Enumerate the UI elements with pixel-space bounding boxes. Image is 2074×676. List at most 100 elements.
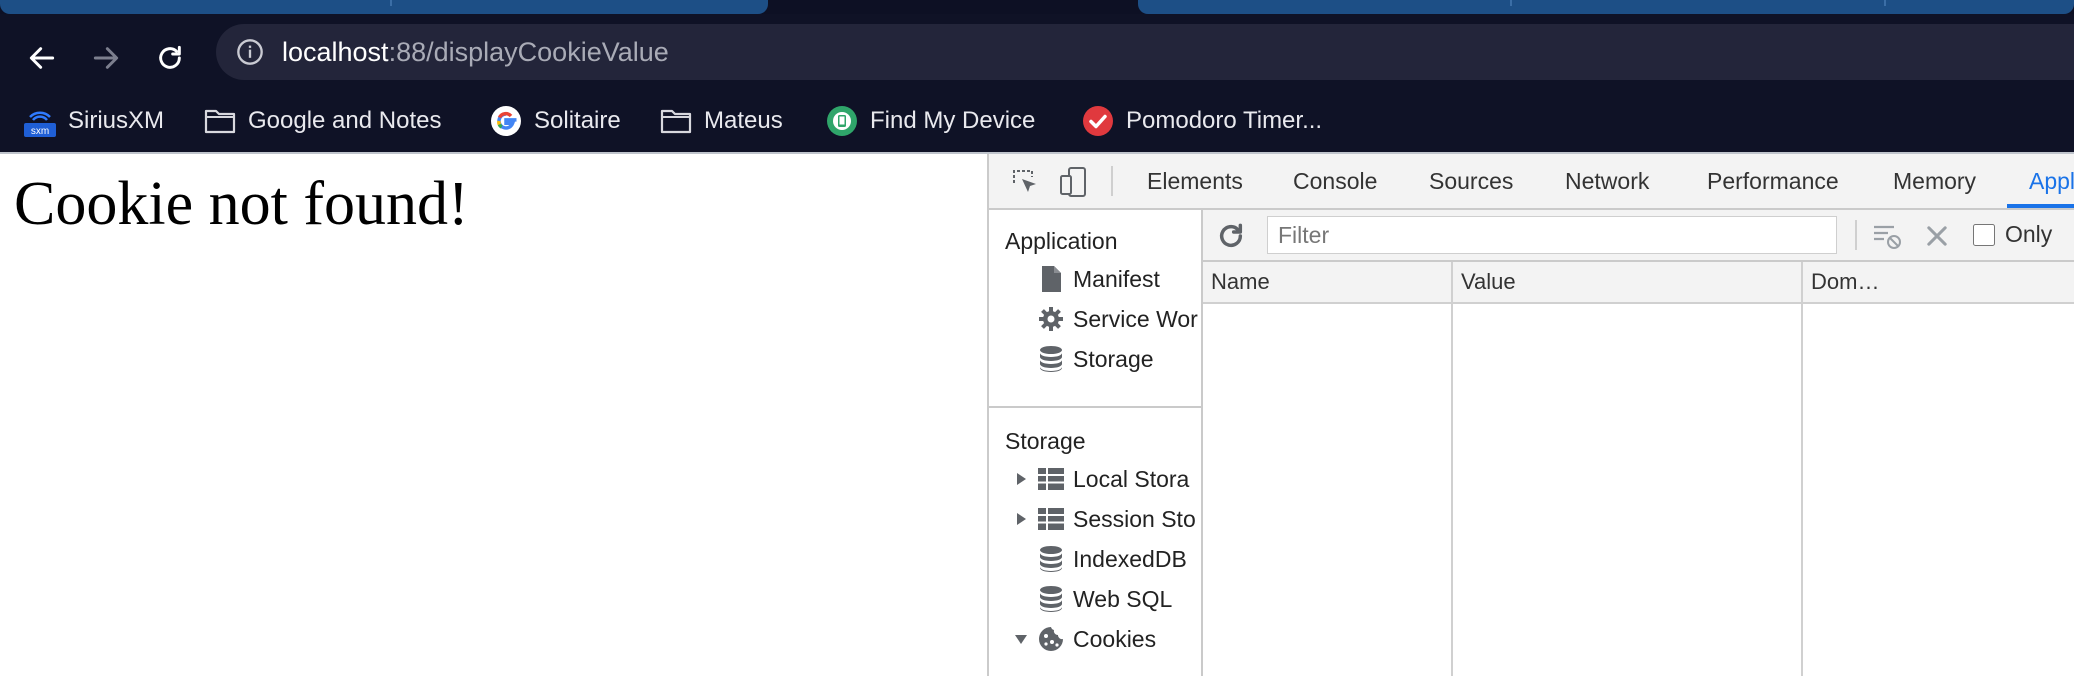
document-icon [1037, 265, 1065, 293]
arrow-right-icon [93, 47, 119, 69]
refresh-icon[interactable] [1215, 220, 1247, 252]
clear-filtered-cookies-icon[interactable] [1871, 220, 1903, 252]
tab-performance[interactable]: Performance [1707, 166, 1839, 196]
tab-console[interactable]: Console [1293, 166, 1377, 196]
collapse-arrow-icon[interactable] [1013, 631, 1029, 647]
sidebar-item-label: Service Wor [1073, 306, 1198, 332]
sidebar-item-label: Storage [1073, 346, 1154, 372]
bookmark-solitaire[interactable]: Solitaire [490, 104, 621, 138]
page-heading: Cookie not found! [14, 170, 469, 238]
sidebar-divider [989, 406, 1201, 408]
sidebar-item-indexeddb[interactable]: IndexedDB [989, 542, 1201, 576]
sidebar-item-session-storage[interactable]: Session Sto [989, 502, 1201, 536]
only-show-cookies-checkbox[interactable] [1973, 224, 1995, 246]
cookie-icon [1037, 625, 1065, 653]
application-sidebar: Application Manifest Service Wor Storage… [989, 210, 1203, 676]
expand-arrow-icon[interactable] [1013, 471, 1029, 487]
column-divider[interactable] [1801, 262, 1803, 676]
sidebar-item-label: Local Stora [1073, 466, 1190, 492]
bookmark-google-and-notes[interactable]: Google and Notes [204, 104, 441, 138]
sidebar-item-cookies[interactable]: Cookies [989, 622, 1201, 656]
browser-tab[interactable] [1138, 0, 2074, 14]
sidebar-item-label: Web SQL [1073, 586, 1173, 612]
url-text[interactable]: localhost:88/displayCookieValue [282, 34, 669, 70]
cookies-panel: Only Name Value Dom… [1203, 210, 2074, 676]
sidebar-item-storage-overview[interactable]: Storage [989, 342, 1201, 376]
bookmark-siriusxm[interactable]: sxm SiriusXM [24, 104, 164, 138]
bookmark-label: Find My Device [870, 107, 1036, 134]
tab-strip [0, 0, 2074, 14]
column-header-name[interactable]: Name [1211, 267, 1270, 297]
forward-button[interactable] [84, 36, 128, 80]
database-icon [1037, 345, 1065, 373]
delete-x-icon[interactable] [1923, 222, 1951, 250]
sidebar-header-application: Application [1005, 228, 1118, 254]
address-bar[interactable]: localhost:88/displayCookieValue [216, 24, 2074, 80]
cookie-table-header: Name Value Dom… [1203, 262, 2074, 304]
cookie-filter-toolbar: Only [1203, 210, 2074, 262]
table-icon [1037, 465, 1065, 493]
tab-separator [1510, 0, 1512, 6]
reload-icon [159, 45, 181, 69]
browser-toolbar: localhost:88/displayCookieValue [0, 14, 2074, 90]
column-header-value[interactable]: Value [1461, 267, 1516, 297]
bookmark-label: SiriusXM [68, 107, 165, 134]
url-path: :88/displayCookieValue [388, 37, 669, 67]
only-checkbox-label: Only [2005, 221, 2053, 247]
database-icon [1037, 545, 1065, 573]
bookmark-label: Mateus [704, 107, 783, 134]
devtools-tab-bar: Elements Console Sources Network Perform… [989, 154, 2074, 210]
pomodoro-check-icon [1082, 105, 1114, 137]
google-icon [490, 105, 522, 137]
sidebar-item-web-sql[interactable]: Web SQL [989, 582, 1201, 616]
svg-text:sxm: sxm [31, 126, 49, 137]
sidebar-item-label: Cookies [1073, 626, 1157, 652]
folder-icon [204, 105, 236, 137]
filter-toolbar-separator [1855, 220, 1857, 250]
tab-memory[interactable]: Memory [1893, 166, 1976, 196]
url-host: localhost [282, 37, 389, 67]
column-divider[interactable] [1451, 262, 1453, 676]
sidebar-item-label: Manifest [1073, 266, 1160, 292]
tab-elements[interactable]: Elements [1147, 166, 1243, 196]
device-mode-icon [1060, 167, 1086, 197]
arrow-left-icon [29, 47, 55, 69]
tab-separator [390, 0, 392, 6]
filter-input[interactable] [1267, 216, 1837, 254]
table-icon [1037, 505, 1065, 533]
bookmark-pomodoro-timer[interactable]: Pomodoro Timer... [1082, 104, 1322, 138]
bookmark-find-my-device[interactable]: Find My Device [826, 104, 1035, 138]
browser-tab[interactable] [0, 0, 768, 14]
back-button[interactable] [20, 36, 64, 80]
tab-separator [1884, 0, 1886, 6]
siriusxm-icon: sxm [24, 105, 56, 137]
sidebar-item-label: IndexedDB [1073, 546, 1187, 572]
gear-icon [1037, 305, 1065, 333]
bookmark-label: Google and Notes [248, 107, 442, 134]
sidebar-item-service-workers[interactable]: Service Wor [989, 302, 1201, 336]
site-info-icon[interactable] [236, 38, 264, 66]
inspect-cursor-icon [1013, 170, 1036, 192]
folder-icon [660, 105, 692, 137]
device-toolbar-button[interactable] [1055, 164, 1091, 200]
tab-application[interactable]: Appl [2029, 166, 2074, 196]
find-my-device-icon [826, 105, 858, 137]
bookmark-label: Solitaire [534, 107, 621, 134]
database-icon [1037, 585, 1065, 613]
tab-sources[interactable]: Sources [1429, 166, 1513, 196]
sidebar-item-local-storage[interactable]: Local Stora [989, 462, 1201, 496]
reload-button[interactable] [148, 36, 192, 80]
bookmarks-bar: sxm SiriusXM Google and Notes Solitaire … [0, 90, 2074, 152]
bookmark-mateus[interactable]: Mateus [660, 104, 783, 138]
sidebar-item-manifest[interactable]: Manifest [989, 262, 1201, 296]
tab-network[interactable]: Network [1565, 166, 1649, 196]
inspect-element-button[interactable] [1007, 164, 1043, 200]
devtools-panel: Elements Console Sources Network Perform… [987, 154, 2074, 676]
bookmark-label: Pomodoro Timer... [1126, 107, 1323, 134]
column-header-domain[interactable]: Dom… [1811, 267, 1879, 297]
tab-bar-separator [1111, 166, 1113, 196]
sidebar-item-label: Session Sto [1073, 506, 1196, 532]
expand-arrow-icon[interactable] [1013, 511, 1029, 527]
active-tab-indicator [2007, 204, 2074, 208]
sidebar-header-storage: Storage [1005, 428, 1086, 454]
